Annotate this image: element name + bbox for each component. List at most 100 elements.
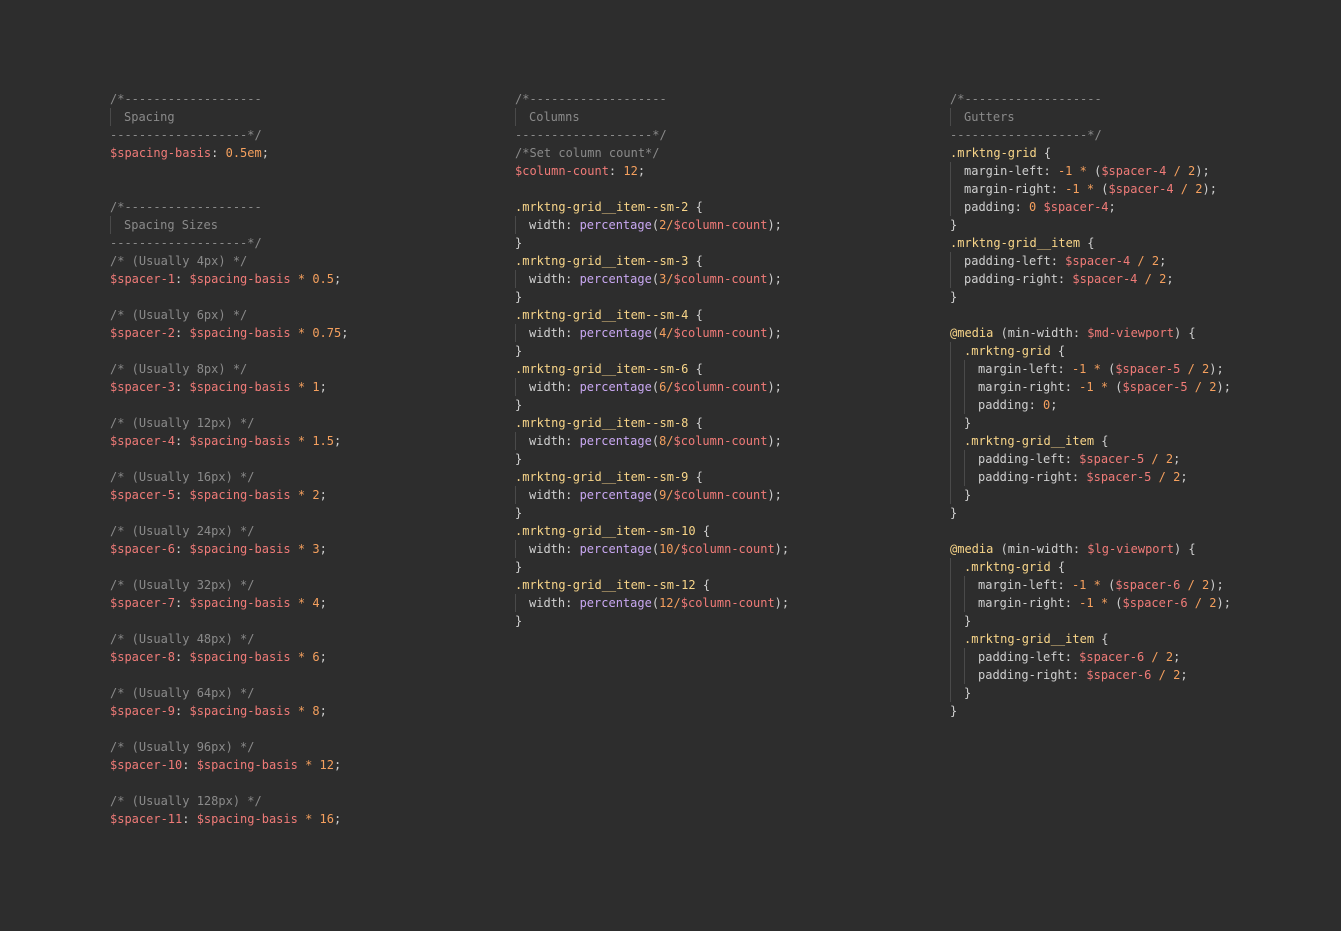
code-column-columns: /*------------------- Columns ------------… bbox=[515, 90, 789, 630]
code-line: padding-left: $spacer-4 / 2; bbox=[950, 252, 1231, 270]
code-token: -1 bbox=[1071, 362, 1087, 376]
code-token: -1 bbox=[1079, 380, 1094, 394]
code-line: } bbox=[950, 288, 1231, 306]
code-line: /* (Usually 24px) */ bbox=[110, 522, 348, 540]
code-token: $spacer-5 bbox=[1079, 452, 1145, 466]
code-token: 10 bbox=[659, 542, 674, 556]
code-token: ; bbox=[334, 272, 342, 286]
indent-guide: padding-right: $spacer-6 / 2; bbox=[964, 666, 1188, 684]
code-token: /* (Usually 6px) */ bbox=[110, 308, 248, 322]
code-token: @media bbox=[950, 326, 994, 340]
code-token: : bbox=[565, 596, 580, 610]
code-line: } bbox=[950, 216, 1231, 234]
code-line: padding-right: $spacer-4 / 2; bbox=[950, 270, 1231, 288]
code-token: : bbox=[175, 488, 190, 502]
code-line: /* (Usually 12px) */ bbox=[110, 414, 348, 432]
code-token: ; bbox=[261, 146, 269, 160]
code-token: { bbox=[688, 362, 703, 376]
code-token: ; bbox=[341, 326, 349, 340]
code-token: : bbox=[175, 326, 190, 340]
code-token: .mrktng-grid bbox=[950, 146, 1037, 160]
code-token: /* (Usually 128px) */ bbox=[110, 794, 262, 808]
code-token: / bbox=[666, 380, 674, 394]
code-line: $column-count: 12; bbox=[515, 162, 789, 180]
code-line: /*------------------- bbox=[110, 90, 348, 108]
indent-guide: width: percentage(12/$column-count); bbox=[515, 594, 789, 612]
indent-guide: padding-right: $spacer-5 / 2; bbox=[964, 468, 1188, 486]
code-token: $spacer-5 bbox=[110, 488, 176, 502]
code-line: /* (Usually 128px) */ bbox=[110, 792, 348, 810]
code-token: margin-left bbox=[978, 362, 1058, 376]
code-token: * bbox=[290, 542, 313, 556]
code-token: $spacer-10 bbox=[110, 758, 183, 772]
code-token: $spacer-6 bbox=[110, 542, 176, 556]
code-line: $spacer-4: $spacing-basis * 1.5; bbox=[110, 432, 348, 450]
code-line: .mrktng-grid__item { bbox=[950, 630, 1231, 648]
code-token: $column-count bbox=[673, 380, 768, 394]
code-line: .mrktng-grid { bbox=[950, 342, 1231, 360]
indent-guide: padding-left: $spacer-6 / 2; bbox=[964, 648, 1180, 666]
code-token: ( bbox=[651, 272, 660, 286]
code-token: ); bbox=[774, 542, 790, 556]
code-token: ; bbox=[319, 704, 327, 718]
code-token: $column-count bbox=[673, 488, 768, 502]
code-line: /* (Usually 32px) */ bbox=[110, 576, 348, 594]
code-token: : bbox=[211, 146, 226, 160]
code-token: $spacing-basis bbox=[189, 650, 291, 664]
code-token: $spacing-basis bbox=[189, 326, 291, 340]
code-token: ; bbox=[1180, 470, 1188, 484]
code-token: ( bbox=[651, 434, 660, 448]
code-token: ; bbox=[334, 812, 342, 826]
code-token: / bbox=[673, 596, 681, 610]
code-token: } bbox=[964, 416, 972, 430]
indent-guide: .mrktng-grid { bbox=[950, 558, 1065, 576]
code-line: $spacer-8: $spacing-basis * 6; bbox=[110, 648, 348, 666]
code-token: ) { bbox=[1173, 542, 1196, 556]
code-token: ; bbox=[319, 650, 327, 664]
code-line: .mrktng-grid__item--sm-8 { bbox=[515, 414, 789, 432]
code-token: : bbox=[175, 650, 190, 664]
code-token: padding-right bbox=[978, 470, 1072, 484]
code-line: width: percentage(3/$column-count); bbox=[515, 270, 789, 288]
code-line: .mrktng-grid__item--sm-2 { bbox=[515, 198, 789, 216]
code-token: ; bbox=[1173, 650, 1181, 664]
code-token: 8 bbox=[312, 704, 320, 718]
code-token: 1 bbox=[312, 380, 320, 394]
code-token: margin-left bbox=[964, 164, 1044, 178]
code-token: $column-count bbox=[680, 542, 775, 556]
code-token: ( bbox=[651, 488, 660, 502]
indent-guide: margin-left: -1 * ($spacer-6 / 2); bbox=[964, 576, 1224, 594]
code-token: .mrktng-grid__item--sm-10 bbox=[515, 524, 696, 538]
code-token: / bbox=[1187, 596, 1210, 610]
code-token: ; bbox=[1166, 272, 1174, 286]
code-token: ) { bbox=[1173, 326, 1196, 340]
code-line: } bbox=[950, 684, 1231, 702]
code-line: } bbox=[515, 234, 789, 252]
code-token: -------------------*/ bbox=[110, 236, 262, 250]
code-token: ; bbox=[1180, 668, 1188, 682]
code-token: ( bbox=[651, 596, 660, 610]
code-line: -------------------*/ bbox=[110, 234, 348, 252]
code-token: /* (Usually 8px) */ bbox=[110, 362, 248, 376]
code-token: $spacer-4 bbox=[1065, 254, 1131, 268]
code-line: -------------------*/ bbox=[110, 126, 348, 144]
code-line: width: percentage(2/$column-count); bbox=[515, 216, 789, 234]
code-column-spacing: /*------------------- Spacing ------------… bbox=[110, 90, 348, 828]
code-token: Spacing Sizes bbox=[124, 218, 218, 232]
code-token: padding-right bbox=[978, 668, 1072, 682]
code-token: -1 bbox=[1057, 164, 1073, 178]
code-token: ( bbox=[1115, 380, 1123, 394]
code-token: : bbox=[1057, 578, 1072, 592]
code-line: .mrktng-grid__item { bbox=[950, 432, 1231, 450]
code-token: 12 bbox=[319, 758, 334, 772]
code-token: $spacing-basis bbox=[196, 812, 298, 826]
code-token: /* (Usually 48px) */ bbox=[110, 632, 255, 646]
code-token: $lg-viewport bbox=[1087, 542, 1174, 556]
code-token: padding-left bbox=[978, 452, 1065, 466]
code-token: $spacer-11 bbox=[110, 812, 183, 826]
code-token: / bbox=[1166, 164, 1189, 178]
code-token: $spacer-7 bbox=[110, 596, 176, 610]
